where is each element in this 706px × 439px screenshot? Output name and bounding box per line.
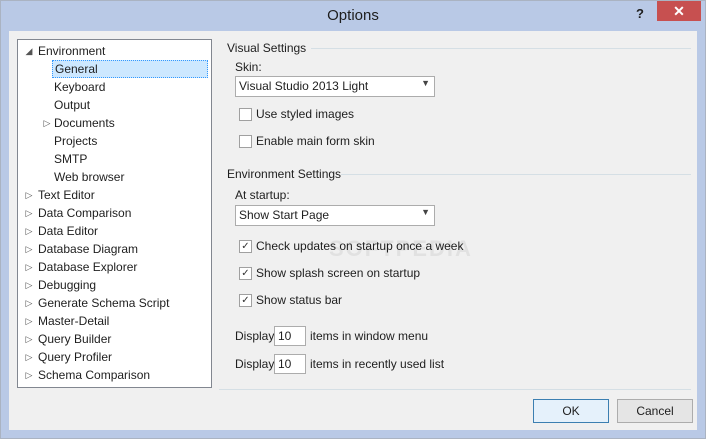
options-tree[interactable]: ◢ Environment General Keyboard Output ▷ … bbox=[17, 39, 212, 388]
expand-arrow-icon[interactable]: ▷ bbox=[24, 294, 34, 312]
footer-divider bbox=[219, 389, 691, 390]
tree-item-label: Data Comparison bbox=[38, 206, 132, 220]
expand-arrow-icon[interactable]: ▷ bbox=[24, 204, 34, 222]
tree-item-label: Database Diagram bbox=[38, 242, 139, 256]
environment-settings-divider bbox=[341, 174, 691, 175]
tree-item-label: SMTP bbox=[54, 152, 88, 166]
tree-item-label: Keyboard bbox=[54, 80, 106, 94]
checkmark-icon[interactable]: ✓ bbox=[239, 294, 252, 307]
display-label: Display bbox=[235, 357, 275, 371]
tree-item-smtp[interactable]: SMTP bbox=[52, 150, 202, 168]
tree-item-label: General bbox=[52, 60, 208, 78]
expand-arrow-icon[interactable]: ▷ bbox=[24, 366, 34, 384]
watermark: SOFTPEDIA bbox=[329, 236, 473, 261]
tree-item-label: Query Builder bbox=[38, 332, 112, 346]
collapse-arrow-icon[interactable]: ◢ bbox=[24, 42, 34, 60]
checkbox-box[interactable] bbox=[239, 135, 252, 148]
skin-dropdown[interactable]: Visual Studio 2013 Light ▼ bbox=[235, 76, 435, 97]
tree-item-label: Output bbox=[54, 98, 91, 112]
ok-button[interactable]: OK bbox=[533, 399, 609, 423]
tree-item-label: Projects bbox=[54, 134, 98, 148]
window-menu-count-value: 10 bbox=[278, 329, 292, 343]
title-bar: Options ? ✕ bbox=[1, 1, 705, 31]
tree-item-web-browser[interactable]: Web browser bbox=[52, 168, 202, 186]
close-button[interactable]: ✕ bbox=[657, 1, 701, 21]
options-window: Options ? ✕ ◢ Environment General Keyboa… bbox=[0, 0, 706, 439]
tree-item-label: Debugging bbox=[38, 278, 97, 292]
tree-item-master-detail[interactable]: ▷ Master-Detail bbox=[24, 312, 204, 330]
tree-item-keyboard[interactable]: Keyboard bbox=[52, 78, 202, 96]
environment-settings-header: Environment Settings bbox=[227, 167, 342, 181]
tree-item-label: Documents bbox=[54, 116, 115, 130]
expand-arrow-icon[interactable]: ▷ bbox=[24, 330, 34, 348]
chevron-down-icon: ▼ bbox=[421, 207, 430, 217]
tree-item-documents[interactable]: ▷ Documents bbox=[42, 114, 202, 132]
tree-item-label: Environment bbox=[38, 44, 106, 58]
enable-main-form-skin-label: Enable main form skin bbox=[256, 134, 375, 148]
recent-count-input[interactable]: 10 bbox=[274, 354, 306, 374]
tree-item-label: Data Editor bbox=[38, 224, 99, 238]
tree-item-query-builder[interactable]: ▷ Query Builder bbox=[24, 330, 204, 348]
dialog-content: ◢ Environment General Keyboard Output ▷ … bbox=[9, 31, 697, 430]
window-menu-count-input[interactable]: 10 bbox=[274, 326, 306, 346]
expand-arrow-icon[interactable]: ▷ bbox=[24, 240, 34, 258]
tree-item-database-explorer[interactable]: ▷ Database Explorer bbox=[24, 258, 204, 276]
expand-arrow-icon[interactable]: ▷ bbox=[24, 276, 34, 294]
window-title: Options bbox=[327, 7, 379, 24]
cancel-button[interactable]: Cancel bbox=[617, 399, 693, 423]
startup-value: Show Start Page bbox=[239, 208, 330, 222]
tree-item-label: Database Explorer bbox=[38, 260, 138, 274]
tree-item-debugging[interactable]: ▷ Debugging bbox=[24, 276, 204, 294]
tree-item-environment[interactable]: ◢ Environment bbox=[24, 42, 204, 60]
recent-count-value: 10 bbox=[278, 357, 292, 371]
skin-label: Skin: bbox=[235, 60, 262, 74]
recent-suffix: items in recently used list bbox=[310, 357, 445, 371]
tree-item-database-diagram[interactable]: ▷ Database Diagram bbox=[24, 240, 204, 258]
at-startup-label: At startup: bbox=[235, 188, 290, 202]
expand-arrow-icon[interactable]: ▷ bbox=[42, 114, 52, 132]
tree-item-label: Generate Schema Script bbox=[38, 296, 170, 310]
help-button[interactable]: ? bbox=[629, 5, 651, 23]
chevron-down-icon: ▼ bbox=[421, 78, 430, 88]
use-styled-images-label: Use styled images bbox=[256, 107, 355, 121]
tree-item-label: Master-Detail bbox=[38, 314, 110, 328]
tree-item-data-comparison[interactable]: ▷ Data Comparison bbox=[24, 204, 204, 222]
checkmark-icon[interactable]: ✓ bbox=[239, 240, 252, 253]
skin-value: Visual Studio 2013 Light bbox=[239, 79, 369, 93]
display-label: Display bbox=[235, 329, 275, 343]
tree-item-data-editor[interactable]: ▷ Data Editor bbox=[24, 222, 204, 240]
expand-arrow-icon[interactable]: ▷ bbox=[24, 258, 34, 276]
tree-item-text-editor[interactable]: ▷ Text Editor bbox=[24, 186, 204, 204]
show-splash-label: Show splash screen on startup bbox=[256, 266, 421, 280]
tree-item-generate-schema-script[interactable]: ▷ Generate Schema Script bbox=[24, 294, 204, 312]
checkmark-icon[interactable]: ✓ bbox=[239, 267, 252, 280]
tree-item-general[interactable]: General bbox=[52, 60, 208, 78]
startup-dropdown[interactable]: Show Start Page ▼ bbox=[235, 205, 435, 226]
checkbox-box[interactable] bbox=[239, 108, 252, 121]
show-status-bar-label: Show status bar bbox=[256, 293, 343, 307]
tree-item-schema-comparison[interactable]: ▷ Schema Comparison bbox=[24, 366, 204, 384]
tree-item-label: Text Editor bbox=[38, 188, 95, 202]
expand-arrow-icon[interactable]: ▷ bbox=[24, 186, 34, 204]
expand-arrow-icon[interactable]: ▷ bbox=[24, 312, 34, 330]
tree-item-label: Schema Comparison bbox=[38, 368, 151, 382]
tree-item-projects[interactable]: Projects bbox=[52, 132, 202, 150]
tree-item-label: Web browser bbox=[54, 170, 125, 184]
tree-item-label: Query Profiler bbox=[38, 350, 113, 364]
tree-item-output[interactable]: Output bbox=[52, 96, 202, 114]
expand-arrow-icon[interactable]: ▷ bbox=[24, 348, 34, 366]
visual-settings-header: Visual Settings bbox=[227, 41, 307, 55]
tree-item-query-profiler[interactable]: ▷ Query Profiler bbox=[24, 348, 204, 366]
expand-arrow-icon[interactable]: ▷ bbox=[24, 222, 34, 240]
window-menu-suffix: items in window menu bbox=[310, 329, 429, 343]
visual-settings-divider bbox=[311, 48, 691, 49]
